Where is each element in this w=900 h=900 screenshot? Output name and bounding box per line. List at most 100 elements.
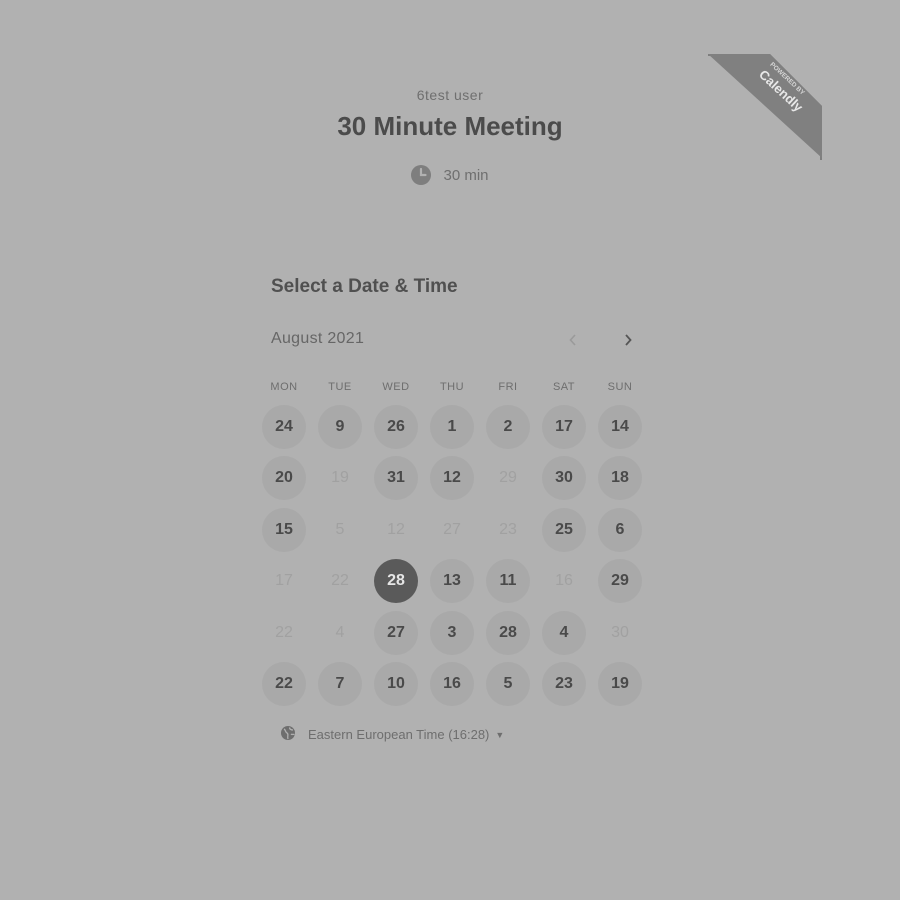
calendar-cell: 28 (368, 556, 424, 608)
calendar-cell: 15 (256, 504, 312, 556)
calendar-day[interactable]: 26 (374, 404, 418, 449)
weekday-label: MON (270, 381, 298, 393)
select-date-heading: Select a Date & Time (271, 276, 458, 297)
calendar-cell: 23 (536, 659, 592, 711)
calendar-cell: 28 (480, 607, 536, 659)
calendar-cell: 5 (312, 504, 368, 556)
calendar-day[interactable]: 29 (598, 559, 642, 604)
weekday-label: THU (439, 381, 465, 393)
timezone-selector[interactable]: Eastern European Time (16:28) ▼ (280, 725, 504, 744)
calendar-day-selected[interactable]: 28 (374, 559, 418, 604)
calendar-cell: 17 (256, 556, 312, 608)
calendar-cell: 12 (368, 504, 424, 556)
calendar-day[interactable]: 7 (318, 662, 362, 707)
calendar-cell: 16 (424, 659, 480, 711)
calendar-day: 5 (335, 520, 345, 538)
calendar-cell: 10 (368, 659, 424, 711)
weekday-label: TUE (328, 381, 352, 393)
calendar-cell: 17 (536, 401, 592, 453)
caret-down-icon: ▼ (495, 729, 505, 740)
calendar-day[interactable]: 2 (486, 404, 530, 449)
calendar-cell: 1 (424, 401, 480, 453)
calendar-cell: 16 (536, 556, 592, 608)
calendar-day: 23 (499, 520, 517, 538)
calendar-day: 17 (275, 572, 293, 590)
calendar-day: 19 (331, 469, 349, 487)
calendar-cell: 13 (424, 556, 480, 608)
calendar-day[interactable]: 25 (542, 507, 586, 552)
calendar-cell: 2 (480, 401, 536, 453)
calendar-day: 4 (335, 623, 345, 641)
calendar-day[interactable]: 14 (598, 404, 642, 449)
calendar-grid: 24 9 26 1 2 17 14 20 19 31 12 29 30 18 15 5 12 27 23 25 6 17 2… (256, 401, 648, 710)
weekday-label: SUN (607, 381, 633, 393)
calendar-day[interactable]: 1 (430, 404, 474, 449)
calendar-day: 29 (499, 469, 517, 487)
calendar-cell: 29 (592, 556, 648, 608)
chevron-right-icon (625, 334, 632, 346)
calendar-cell: 22 (312, 556, 368, 608)
next-month-button[interactable] (616, 328, 640, 352)
calendar-cell: 23 (480, 504, 536, 556)
globe-icon (280, 725, 296, 744)
calendar-day[interactable]: 5 (486, 662, 530, 707)
calendar-day[interactable]: 17 (542, 404, 586, 449)
calendar-cell: 30 (592, 607, 648, 659)
calendar-day: 22 (331, 572, 349, 590)
calendar-day[interactable]: 16 (430, 662, 474, 707)
calendar-cell: 26 (368, 401, 424, 453)
weekday-label: FRI (498, 381, 518, 393)
calendar-day[interactable]: 3 (430, 610, 474, 655)
weekday-header: MON TUE WED THU FRI SAT SUN (256, 381, 648, 393)
calendar-cell: 27 (368, 607, 424, 659)
clock-icon (411, 165, 432, 185)
calendar-day: 30 (611, 623, 629, 641)
calendar-cell: 31 (368, 453, 424, 505)
calendar-day[interactable]: 31 (374, 456, 418, 501)
calendar-cell: 7 (312, 659, 368, 711)
calendar-cell: 4 (312, 607, 368, 659)
calendar-cell: 20 (256, 453, 312, 505)
calendar-day[interactable]: 12 (430, 456, 474, 501)
calendar-cell: 4 (536, 607, 592, 659)
calendar-cell: 27 (424, 504, 480, 556)
duration-label: 30 min (443, 166, 489, 184)
powered-by-calendly-badge[interactable]: POWERED BY Calendly (708, 54, 822, 160)
calendar-cell: 11 (480, 556, 536, 608)
calendar-cell: 9 (312, 401, 368, 453)
month-label: August 2021 (271, 330, 365, 347)
calendar-day[interactable]: 11 (486, 559, 530, 604)
calendar-day[interactable]: 23 (542, 662, 586, 707)
calendar-day[interactable]: 6 (598, 507, 642, 552)
calendar-day: 12 (387, 520, 405, 538)
event-duration: 30 min (0, 165, 900, 185)
calendar-day[interactable]: 18 (598, 456, 642, 501)
calendar-day[interactable]: 13 (430, 559, 474, 604)
timezone-label: Eastern European Time (16:28) (308, 727, 490, 742)
calendar-day[interactable]: 27 (374, 610, 418, 655)
calendar-cell: 25 (536, 504, 592, 556)
calendar-cell: 14 (592, 401, 648, 453)
calendar-cell: 19 (592, 659, 648, 711)
calendar-day: 27 (443, 520, 461, 538)
calendar-day[interactable]: 4 (542, 610, 586, 655)
calendar-day[interactable]: 15 (262, 507, 306, 552)
calendar-cell: 3 (424, 607, 480, 659)
calendar-day[interactable]: 9 (318, 404, 362, 449)
calendar-day[interactable]: 10 (374, 662, 418, 707)
calendar-cell: 12 (424, 453, 480, 505)
calendar-day[interactable]: 24 (262, 404, 306, 449)
calendar-cell: 18 (592, 453, 648, 505)
calendar-day[interactable]: 22 (262, 662, 306, 707)
prev-month-button[interactable] (561, 328, 585, 352)
calendar-day[interactable]: 28 (486, 610, 530, 655)
calendar-day[interactable]: 20 (262, 456, 306, 501)
weekday-label: WED (382, 381, 410, 393)
calendar-cell: 19 (312, 453, 368, 505)
calendar-day[interactable]: 30 (542, 456, 586, 501)
calendar-cell: 6 (592, 504, 648, 556)
calendar-day: 16 (555, 572, 573, 590)
weekday-label: SAT (552, 381, 576, 393)
calendar-day[interactable]: 19 (598, 662, 642, 707)
calendar-day: 22 (275, 623, 293, 641)
